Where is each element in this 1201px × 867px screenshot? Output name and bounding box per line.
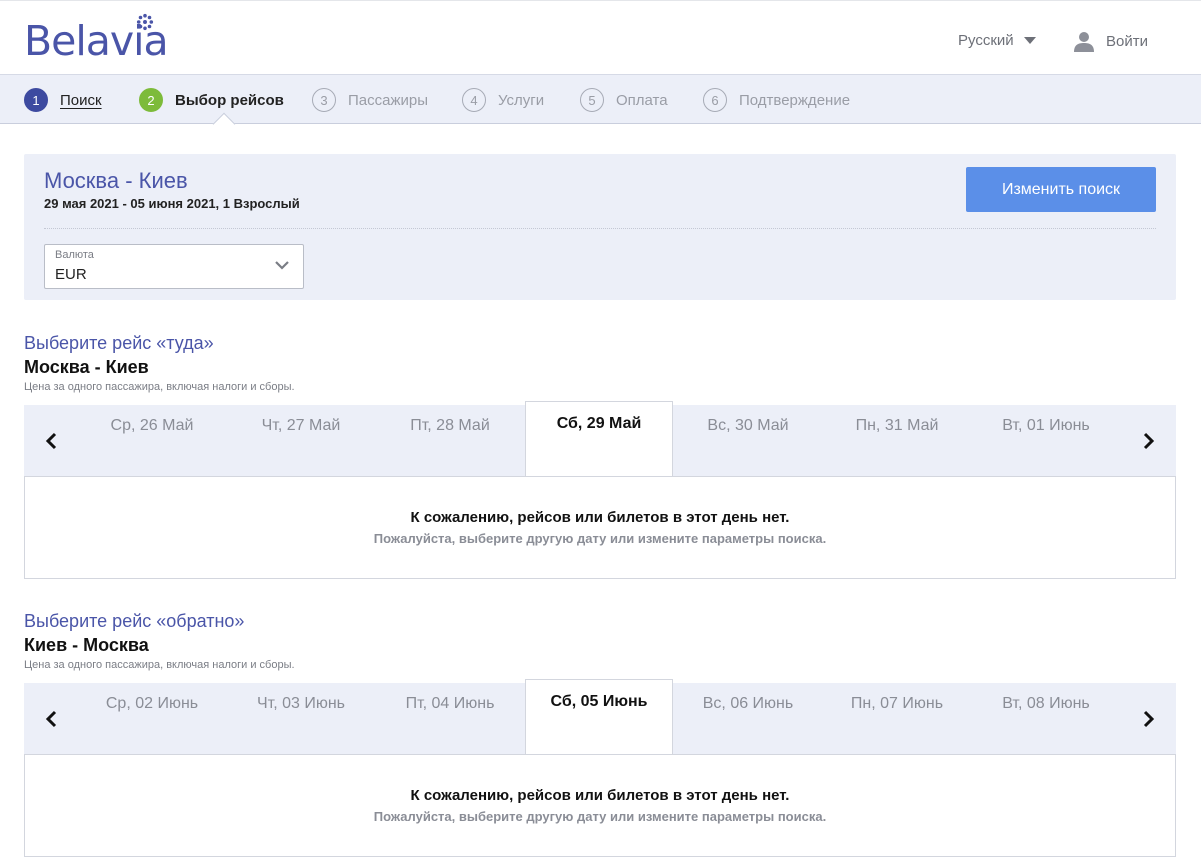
- date-tab[interactable]: Вт, 08 Июнь: [972, 683, 1120, 755]
- step-search[interactable]: 1 Поиск: [24, 88, 102, 112]
- active-step-pointer: [212, 112, 236, 136]
- outbound-route: Москва - Киев: [24, 357, 149, 377]
- no-flights-message: К сожалению, рейсов или билетов в этот д…: [410, 787, 790, 804]
- step-number: 1: [24, 88, 48, 112]
- currency-select[interactable]: Валюта EUR: [44, 244, 304, 289]
- chevron-down-icon: [275, 261, 289, 270]
- trip-details: 29 мая 2021 - 05 июня 2021, 1 Взрослый: [44, 196, 300, 211]
- outbound-date-strip: Ср, 26 Май Чт, 27 Май Пт, 28 Май Сб, 29 …: [24, 401, 1176, 478]
- currency-label: Валюта: [55, 249, 94, 261]
- no-flights-hint: Пожалуйста, выберите другую дату или изм…: [373, 531, 827, 546]
- date-tab[interactable]: Чт, 27 Май: [227, 405, 375, 477]
- date-tab[interactable]: Пн, 31 Май: [823, 405, 971, 477]
- belavia-logo[interactable]: Belavia: [24, 13, 184, 63]
- no-flights-message: К сожалению, рейсов или билетов в этот д…: [410, 509, 790, 526]
- step-number: 3: [312, 88, 336, 112]
- site-header: Belavia Русский Войти: [0, 0, 1201, 74]
- price-note: Цена за одного пассажира, включая налоги…: [24, 659, 295, 671]
- date-tab[interactable]: Чт, 03 Июнь: [227, 683, 375, 755]
- login-link[interactable]: Войти: [1072, 29, 1148, 53]
- date-tab[interactable]: Вт, 01 Июнь: [972, 405, 1120, 477]
- divider: [44, 228, 1156, 229]
- step-number: 4: [462, 88, 486, 112]
- caret-down-icon: [1023, 37, 1036, 44]
- date-tab[interactable]: Пт, 28 Май: [376, 405, 524, 477]
- language-selector[interactable]: Русский: [958, 32, 1036, 49]
- step-label: Выбор рейсов: [175, 91, 284, 109]
- step-payment: 5 Оплата: [580, 88, 668, 112]
- return-route: Киев - Москва: [24, 635, 149, 655]
- change-search-button[interactable]: Изменить поиск: [966, 167, 1156, 212]
- language-label: Русский: [958, 32, 1014, 49]
- user-icon: [1074, 32, 1094, 52]
- date-tab[interactable]: Пн, 07 Июнь: [823, 683, 971, 755]
- step-services: 4 Услуги: [462, 88, 544, 112]
- chevron-right-icon[interactable]: [1136, 707, 1160, 731]
- booking-steps: 1 Поиск 2 Выбор рейсов 3 Пассажиры 4 Усл…: [0, 74, 1201, 136]
- date-tab[interactable]: Ср, 02 Июнь: [78, 683, 226, 755]
- step-passengers: 3 Пассажиры: [312, 88, 428, 112]
- date-tab-selected[interactable]: Сб, 05 Июнь: [525, 679, 673, 756]
- chevron-right-icon[interactable]: [1136, 429, 1160, 453]
- step-label: Оплата: [616, 91, 668, 109]
- step-confirmation: 6 Подтверждение: [703, 88, 850, 112]
- outbound-title: Выберите рейс «туда»: [24, 333, 214, 353]
- step-label: Услуги: [498, 91, 545, 109]
- currency-value: EUR: [55, 266, 87, 283]
- return-results: К сожалению, рейсов или билетов в этот д…: [24, 754, 1176, 857]
- step-label: Подтверждение: [739, 91, 851, 109]
- date-tab[interactable]: Вс, 06 Июнь: [674, 683, 822, 755]
- step-number: 5: [580, 88, 604, 112]
- date-tab[interactable]: Ср, 26 Май: [78, 405, 226, 477]
- step-label: Поиск: [60, 91, 102, 109]
- date-tab-selected[interactable]: Сб, 29 Май: [525, 401, 673, 478]
- price-note: Цена за одного пассажира, включая налоги…: [24, 381, 295, 393]
- chevron-left-icon[interactable]: [40, 707, 64, 731]
- no-flights-hint: Пожалуйста, выберите другую дату или изм…: [373, 809, 827, 824]
- step-label: Пассажиры: [348, 91, 429, 109]
- login-label: Войти: [1106, 32, 1148, 50]
- return-title: Выберите рейс «обратно»: [24, 611, 245, 631]
- date-tab[interactable]: Пт, 04 Июнь: [376, 683, 524, 755]
- step-flight-selection: 2 Выбор рейсов: [139, 88, 284, 112]
- search-summary: Москва - Киев 29 мая 2021 - 05 июня 2021…: [24, 154, 1176, 300]
- step-number: 6: [703, 88, 727, 112]
- chevron-left-icon[interactable]: [40, 429, 64, 453]
- return-date-strip: Ср, 02 Июнь Чт, 03 Июнь Пт, 04 Июнь Сб, …: [24, 679, 1176, 756]
- snowflake-icon: [136, 13, 154, 31]
- outbound-results: К сожалению, рейсов или билетов в этот д…: [24, 476, 1176, 579]
- route-title: Москва - Киев: [44, 168, 188, 193]
- date-tab[interactable]: Вс, 30 Май: [674, 405, 822, 477]
- step-number: 2: [139, 88, 163, 112]
